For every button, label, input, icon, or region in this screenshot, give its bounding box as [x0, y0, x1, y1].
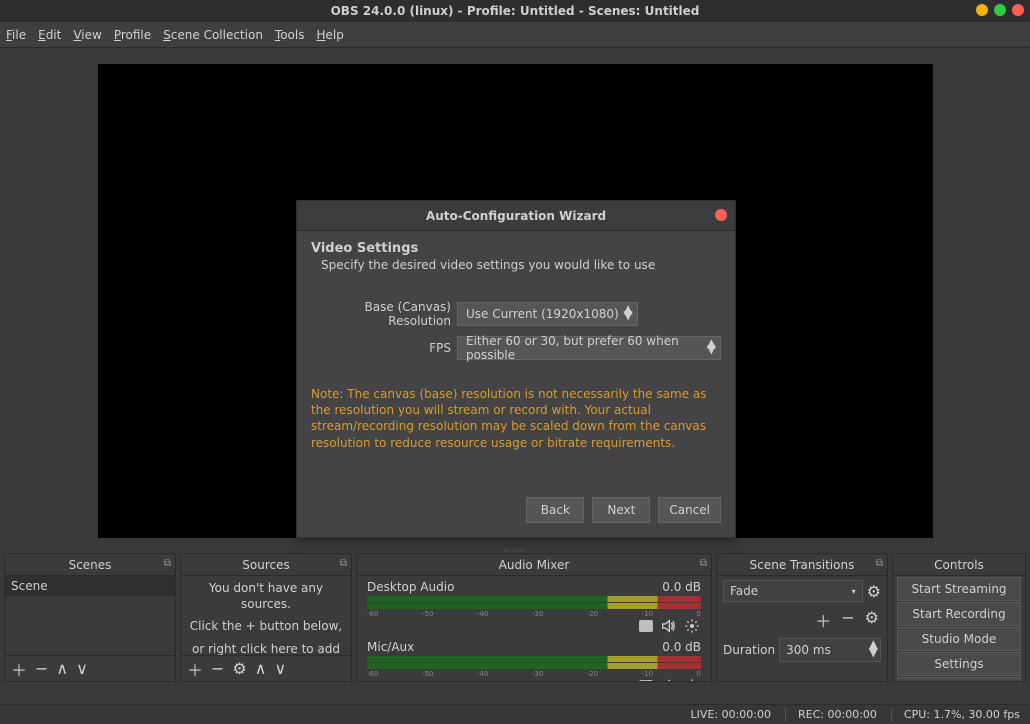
- cancel-button[interactable]: Cancel: [658, 497, 721, 523]
- resolution-select-value: Use Current (1920x1080): [466, 307, 619, 321]
- fps-select[interactable]: Either 60 or 30, but prefer 60 when poss…: [457, 336, 721, 360]
- modal-overlay: Auto-Configuration Wizard Video Settings…: [0, 0, 1030, 724]
- dialog-note: Note: The canvas (base) resolution is no…: [311, 386, 721, 451]
- fps-label: FPS: [311, 341, 451, 355]
- dialog-subheading: Specify the desired video settings you w…: [311, 258, 721, 272]
- dialog-title-label: Auto-Configuration Wizard: [426, 209, 606, 223]
- dialog-close-button[interactable]: [715, 209, 727, 221]
- chevron-down-icon: ▼: [623, 312, 632, 318]
- dialog-heading: Video Settings: [311, 241, 721, 256]
- dialog-titlebar: Auto-Configuration Wizard: [297, 201, 735, 231]
- fps-select-value: Either 60 or 30, but prefer 60 when poss…: [466, 334, 702, 362]
- resolution-label: Base (Canvas) Resolution: [311, 300, 451, 328]
- chevron-down-icon: ▼: [707, 346, 716, 352]
- next-button[interactable]: Next: [592, 497, 650, 523]
- auto-config-wizard-dialog: Auto-Configuration Wizard Video Settings…: [296, 200, 736, 538]
- back-button[interactable]: Back: [526, 497, 584, 523]
- resolution-select[interactable]: Use Current (1920x1080) ▲▼: [457, 302, 638, 326]
